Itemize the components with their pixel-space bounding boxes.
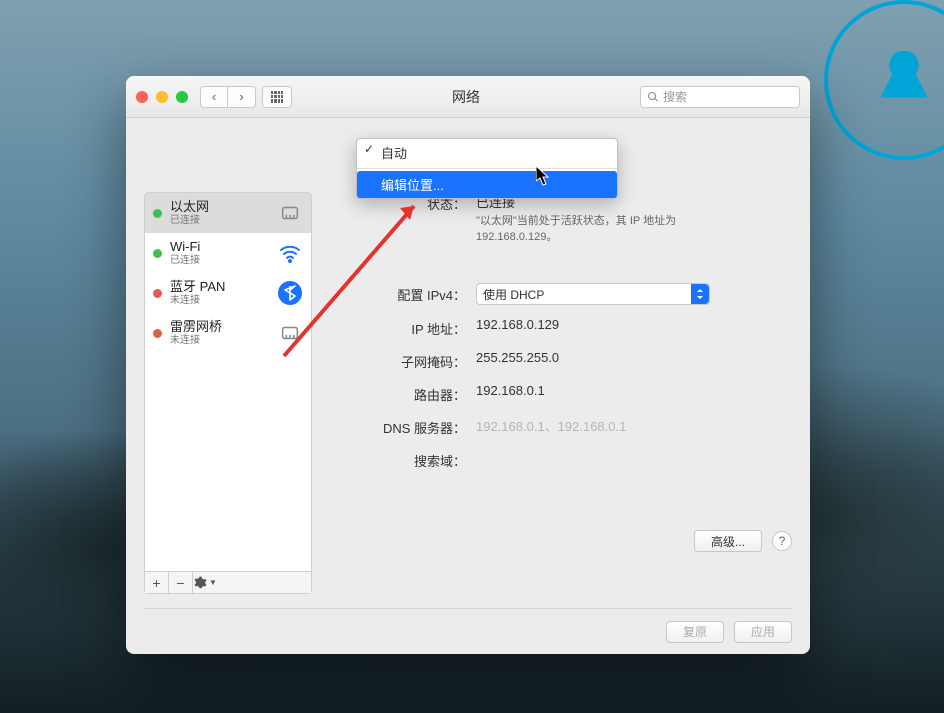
subnet-mask-value: 255.255.255.0 [476, 350, 792, 365]
subnet-mask-label: 子网掩码： [328, 350, 476, 371]
window-controls [136, 91, 188, 103]
bluetooth-icon [277, 280, 303, 306]
ethernet-icon [277, 200, 303, 226]
window-title: 网络 [292, 87, 640, 107]
footer-separator [144, 608, 792, 609]
close-button[interactable] [136, 91, 148, 103]
sidebar-toolbar: + − ▼ [145, 571, 311, 593]
thunderbolt-icon [277, 320, 303, 346]
dns-label: DNS 服务器： [328, 416, 476, 437]
sidebar-item-ethernet[interactable]: 以太网 已连接 [145, 193, 311, 233]
minimize-button[interactable] [156, 91, 168, 103]
forward-button[interactable]: › [228, 86, 256, 108]
status-dot [153, 249, 162, 258]
status-dot [153, 209, 162, 218]
location-dropdown[interactable]: 自动 编辑位置... [356, 138, 618, 199]
back-button[interactable]: ‹ [200, 86, 228, 108]
interface-detail: 状态： 已连接 "以太网"当前处于活跃状态，其 IP 地址为 192.168.0… [328, 192, 792, 594]
remove-interface-button[interactable]: − [169, 572, 193, 593]
ipv4-config-label: 配置 IPv4： [328, 283, 476, 304]
router-label: 路由器： [328, 383, 476, 404]
ipv4-config-select[interactable]: 使用 DHCP [476, 283, 710, 305]
cursor-icon [536, 166, 552, 186]
apply-button[interactable]: 应用 [734, 621, 792, 643]
add-interface-button[interactable]: + [145, 572, 169, 593]
router-value: 192.168.0.1 [476, 383, 792, 398]
sidebar-item-bluetooth-pan[interactable]: 蓝牙 PAN 未连接 [145, 273, 311, 313]
search-input[interactable]: 搜索 [640, 86, 800, 108]
location-option-edit[interactable]: 编辑位置... [357, 171, 617, 198]
location-option-auto[interactable]: 自动 [357, 139, 617, 166]
search-domain-label: 搜索域： [328, 449, 476, 470]
titlebar: ‹ › 网络 搜索 [126, 76, 810, 118]
show-all-button[interactable] [262, 86, 292, 108]
interface-sidebar: 以太网 已连接 Wi-Fi 已连接 [144, 192, 312, 594]
dns-value: 192.168.0.1、192.168.0.1 [476, 416, 792, 435]
interface-actions-menu[interactable]: ▼ [193, 572, 217, 593]
revert-button[interactable]: 复原 [666, 621, 724, 643]
network-preferences-window: ‹ › 网络 搜索 位置： 自动 编辑位置... [126, 76, 810, 654]
search-placeholder: 搜索 [663, 88, 687, 105]
status-description: "以太网"当前处于活跃状态，其 IP 地址为 192.168.0.129。 [476, 214, 726, 245]
status-dot [153, 289, 162, 298]
sidebar-item-wifi[interactable]: Wi-Fi 已连接 [145, 233, 311, 273]
select-arrow-icon [691, 284, 709, 304]
fullscreen-button[interactable] [176, 91, 188, 103]
gear-icon [193, 576, 207, 590]
advanced-button[interactable]: 高级... [694, 530, 762, 552]
sidebar-item-thunderbolt-bridge[interactable]: 雷雳网桥 未连接 [145, 313, 311, 353]
ip-address-label: IP 地址： [328, 317, 476, 338]
help-button[interactable]: ? [772, 531, 792, 551]
status-dot [153, 329, 162, 338]
ip-address-value: 192.168.0.129 [476, 317, 792, 332]
chevron-down-icon: ▼ [209, 578, 217, 587]
wifi-icon [277, 240, 303, 266]
search-icon [647, 91, 659, 103]
dropdown-separator [357, 168, 617, 169]
